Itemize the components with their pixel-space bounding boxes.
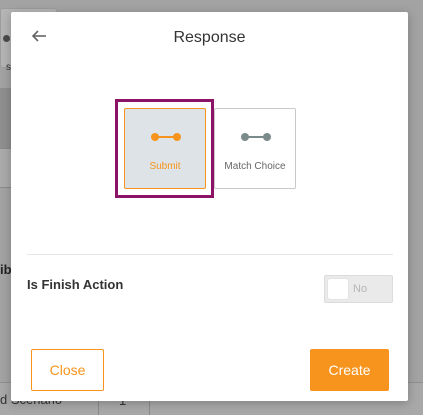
connector-icon	[241, 133, 271, 141]
option-submit[interactable]: Submit	[124, 108, 206, 189]
finish-action-label: Is Finish Action	[27, 277, 124, 292]
modal-title: Response	[173, 29, 246, 46]
response-modal: Response Submit Match Choice Is Finish A…	[11, 12, 408, 401]
toggle-knob	[328, 279, 348, 299]
finish-action-toggle[interactable]: No	[324, 275, 393, 303]
connector-icon	[151, 133, 181, 141]
divider	[27, 254, 393, 255]
option-match-choice[interactable]: Match Choice	[214, 108, 296, 189]
option-submit-label: Submit	[149, 161, 181, 172]
toggle-state-text: No	[353, 283, 368, 295]
response-options: Submit Match Choice	[115, 99, 297, 199]
background-side-label: ib	[0, 262, 12, 277]
background-dot	[3, 35, 10, 42]
option-match-choice-label: Match Choice	[224, 161, 286, 172]
close-button[interactable]: Close	[31, 349, 104, 391]
create-button[interactable]: Create	[310, 349, 389, 391]
